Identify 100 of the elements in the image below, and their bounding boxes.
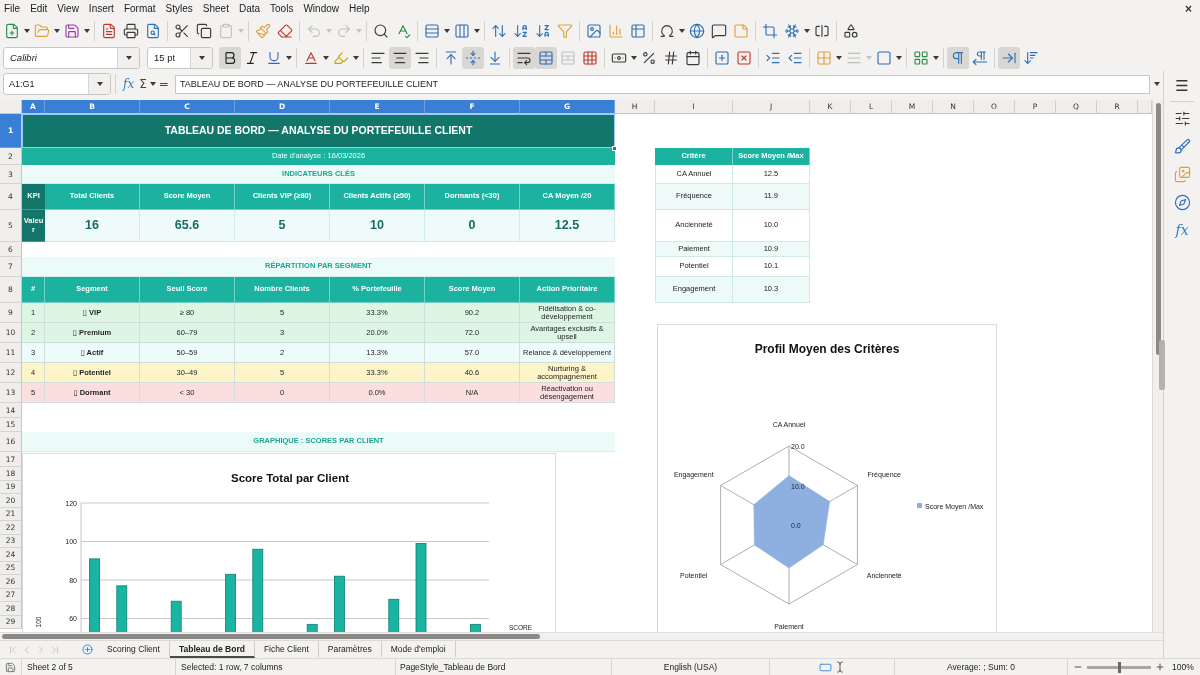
- square-plus-icon: [714, 49, 730, 66]
- align-middle-button[interactable]: [462, 46, 484, 69]
- sliders-icon: [1173, 109, 1191, 127]
- caret-icon: [323, 55, 329, 60]
- status-text: English (USA): [663, 662, 718, 672]
- redo-icon: [336, 22, 352, 39]
- merge-cells-icon: [538, 49, 554, 66]
- menu-item[interactable]: Data: [238, 1, 261, 16]
- caret-icon: [149, 82, 156, 86]
- menu-item[interactable]: Insert: [88, 1, 114, 16]
- calendar-icon: [685, 49, 701, 66]
- menu-item[interactable]: Edit: [30, 1, 48, 16]
- status-text: Selected: 1 row, 7 columns: [181, 662, 283, 672]
- plus-icon: [1155, 662, 1165, 672]
- caret-icon: [198, 55, 205, 60]
- sum-button[interactable]: Σ: [137, 74, 149, 94]
- status-text: Sheet 2 of 5: [27, 662, 73, 672]
- images-icon: [1173, 165, 1191, 183]
- caret-icon: [474, 28, 480, 33]
- caret-icon: [238, 28, 244, 33]
- menu-item[interactable]: Tools: [270, 1, 294, 16]
- underline-icon: [266, 49, 282, 66]
- kpi-value-cell: 10: [330, 210, 425, 242]
- caret-icon: [1153, 82, 1160, 86]
- scrollbar-thumb[interactable]: [1156, 103, 1161, 355]
- menu-item[interactable]: Window: [303, 1, 339, 16]
- chevron-first-icon: [7, 643, 19, 656]
- font-size-field[interactable]: 15 pt: [147, 46, 213, 69]
- dropdown-button[interactable]: [88, 74, 110, 94]
- formula-input[interactable]: TABLEAU DE BORD — ANALYSE DU PORTEFEUILLE CLIENT: [174, 74, 1150, 94]
- chart-title: Profil Moyen des Critères: [754, 342, 900, 356]
- kpi-value-cell: 65.6: [140, 210, 235, 242]
- caret-icon: [866, 55, 872, 60]
- functions-button[interactable]: fx: [1169, 217, 1195, 243]
- formula-button[interactable]: =: [156, 74, 171, 94]
- caret-icon: [896, 55, 902, 60]
- menu-item[interactable]: Help: [349, 1, 370, 16]
- wrap-text-button[interactable]: [513, 46, 535, 69]
- chevron-last-icon: [49, 643, 61, 656]
- caret-icon: [679, 28, 685, 33]
- menu-item[interactable]: File: [4, 1, 21, 16]
- grid-icon: [582, 49, 598, 66]
- menu-item[interactable]: Format: [123, 1, 156, 16]
- bar: [225, 573, 236, 632]
- square-icon: [876, 49, 892, 66]
- sidebar-collapse-handle[interactable]: [1159, 340, 1165, 390]
- font-name-field[interactable]: Calibri: [3, 46, 140, 69]
- dropdown-button[interactable]: [190, 47, 212, 68]
- caret-icon: [804, 28, 810, 33]
- pilcrow-icon: [950, 49, 966, 66]
- bar-chart-icon: [608, 22, 624, 39]
- italic-icon: [244, 49, 260, 66]
- layout-grid-icon: [913, 49, 929, 66]
- dropdown-button[interactable]: [117, 47, 139, 68]
- sort-ascending-icon: [513, 22, 529, 39]
- caret-icon: [933, 55, 939, 60]
- status-text: PageStyle_Tableau de Bord: [400, 662, 506, 672]
- caret-icon: [54, 28, 60, 33]
- sheet-title: TABLEAU DE BORD — ANALYSE DU PORTEFEUILLE CLIENT: [22, 114, 615, 148]
- split-window-icon: [814, 22, 830, 39]
- sort-descending-icon: [535, 22, 551, 39]
- sidebar-menu-button[interactable]: ☰: [1169, 73, 1195, 99]
- left-to-right-button[interactable]: [947, 46, 969, 69]
- kpi-value-cell: 5: [235, 210, 330, 242]
- bold-button[interactable]: [219, 46, 241, 69]
- caret-icon: [84, 28, 90, 33]
- align-top-icon: [443, 49, 459, 66]
- brush-icon: [1173, 137, 1191, 155]
- caret-icon: [631, 55, 637, 60]
- eraser-icon: [277, 22, 293, 39]
- align-center-button[interactable]: [389, 46, 411, 69]
- scrollbar-thumb[interactable]: [2, 634, 540, 639]
- menu-item[interactable]: View: [57, 1, 79, 16]
- align-middle-icon: [465, 49, 481, 66]
- zoom-slider-thumb[interactable]: [1117, 661, 1121, 673]
- caret-icon: [125, 55, 132, 60]
- arrow-down-icon: [1023, 49, 1039, 66]
- image-icon: [586, 22, 602, 39]
- close-document-button[interactable]: ×: [1183, 1, 1194, 16]
- hash-icon: [663, 49, 679, 66]
- plus-circle-icon: [81, 644, 93, 655]
- function-wizard-button[interactable]: fx: [120, 74, 138, 94]
- status-text: Average: ; Sum: 0: [947, 662, 1015, 672]
- columns-icon: [454, 22, 470, 39]
- document-magnifier-icon: [145, 22, 161, 39]
- selection-handle[interactable]: [612, 146, 617, 151]
- menu-item[interactable]: Sheet: [202, 1, 229, 16]
- caret-icon: [326, 28, 332, 33]
- menu-item[interactable]: Styles: [165, 1, 193, 16]
- caret-icon: [444, 28, 450, 33]
- text-horizontal-button[interactable]: [998, 46, 1020, 69]
- name-box-field[interactable]: A1:G1: [3, 73, 111, 95]
- sort-icon: [491, 22, 507, 39]
- rows-icon: [424, 22, 440, 39]
- omega-icon: [659, 22, 675, 39]
- letter-a-icon: [303, 49, 319, 66]
- folder-icon: [34, 22, 50, 39]
- percent-icon: [641, 49, 657, 66]
- caret-icon: [836, 55, 842, 60]
- kpi-value-cell: 0: [425, 210, 520, 242]
